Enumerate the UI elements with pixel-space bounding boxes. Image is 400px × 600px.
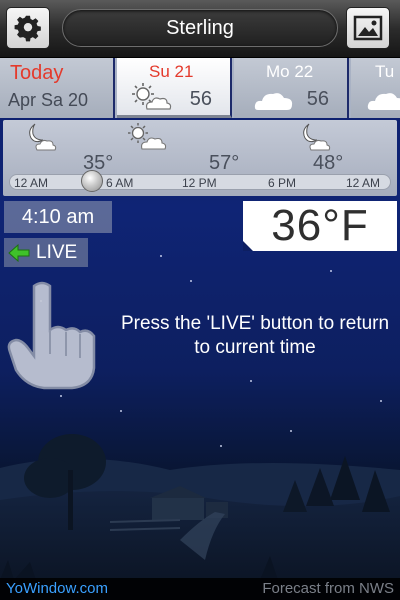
- day-cell-sunday[interactable]: Su 21 56: [117, 58, 232, 118]
- day-label: Today: [10, 62, 64, 84]
- live-button-hint: Press the 'LIVE' button to return to cur…: [120, 313, 390, 358]
- hourly-temp: 48°: [313, 152, 344, 174]
- location-name: Sterling: [166, 16, 234, 39]
- daily-forecast-strip: Today Apr Sa 20 Su 21 56 Mo 22 56 Tu: [0, 58, 400, 118]
- top-bar: Sterling: [0, 0, 400, 58]
- time-scrubber-handle[interactable]: [81, 170, 103, 192]
- day-date: Apr Sa 20: [8, 90, 89, 110]
- image-icon: [353, 15, 383, 41]
- settings-button[interactable]: [6, 7, 50, 49]
- current-time-display: 4:10 am: [4, 201, 112, 233]
- moon-cloud-icon: [303, 123, 331, 151]
- day-cell-today[interactable]: Today Apr Sa 20: [0, 58, 115, 118]
- time-tick: 12 AM: [346, 176, 381, 190]
- day-cell-tuesday[interactable]: Tu: [351, 58, 400, 118]
- moon-cloud-icon: [29, 123, 57, 151]
- time-tick: 12 PM: [182, 176, 217, 190]
- location-selector[interactable]: Sterling: [62, 9, 338, 47]
- partly-sunny-icon: [132, 83, 172, 110]
- day-label: Su 21: [149, 62, 194, 81]
- cloud-icon: [367, 93, 400, 110]
- yowindow-link[interactable]: YoWindow.com: [6, 580, 108, 597]
- gear-icon: [14, 15, 41, 42]
- partly-sunny-icon: [128, 123, 167, 150]
- day-label: Mo 22: [266, 62, 314, 81]
- day-temp: 56: [189, 88, 212, 110]
- day-temp: 56: [306, 88, 329, 110]
- time-tick: 6 AM: [106, 176, 134, 190]
- gallery-button[interactable]: [346, 7, 390, 49]
- hourly-temp: 57°: [209, 152, 240, 174]
- forecast-credit: Forecast from NWS: [262, 580, 394, 597]
- live-button[interactable]: LIVE: [4, 238, 88, 267]
- live-label: LIVE: [36, 241, 78, 263]
- pointing-hand-icon: [7, 281, 96, 390]
- hourly-forecast-panel: 35° 57° 48° 12 AM 6 AM 12 PM 6 PM 12 AM: [3, 120, 397, 196]
- current-temperature-display: 36°F: [243, 201, 397, 251]
- time-tick: 6 PM: [268, 176, 297, 190]
- cloud-icon: [254, 93, 293, 110]
- time-tick: 12 AM: [14, 176, 49, 190]
- current-time: 4:10 am: [21, 205, 95, 228]
- arrow-left-icon: [8, 243, 30, 262]
- temperature-box-corner: [243, 241, 253, 251]
- footer-bar: YoWindow.com Forecast from NWS: [0, 578, 400, 600]
- day-label: Tu: [375, 62, 395, 81]
- day-cell-monday[interactable]: Mo 22 56: [234, 58, 349, 118]
- time-scrubber-track[interactable]: 12 AM 6 AM 12 PM 6 PM 12 AM: [9, 174, 391, 190]
- current-temperature: 36°F: [271, 201, 369, 250]
